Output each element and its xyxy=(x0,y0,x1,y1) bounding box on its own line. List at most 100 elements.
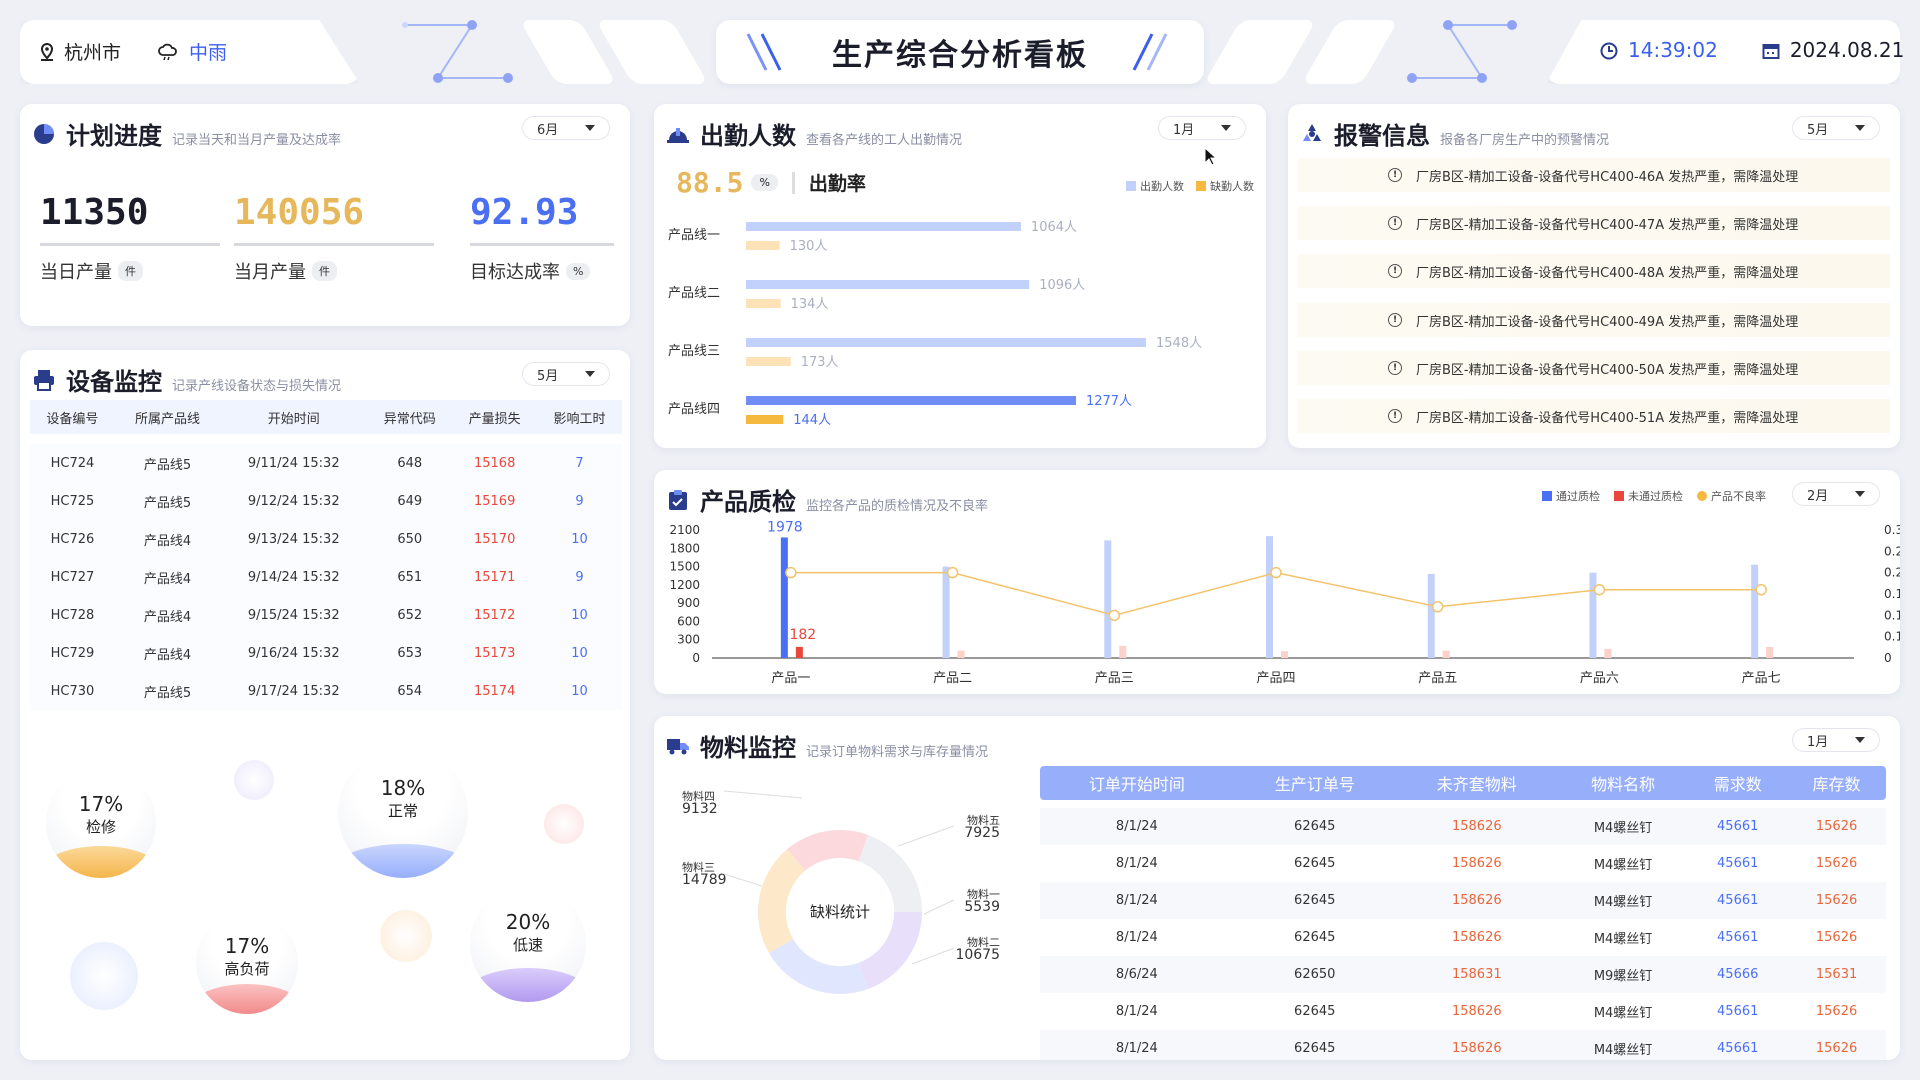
unit-badge: 件 xyxy=(312,261,337,281)
month-select[interactable]: 5月 xyxy=(522,362,610,386)
bar-pass xyxy=(1751,564,1759,658)
legend-label: 未通过质检 xyxy=(1628,490,1683,503)
donut-label-value: 9132 xyxy=(682,801,718,817)
table-cell: 8/1/24 xyxy=(1115,856,1158,871)
status-bubble-normal: 18% 正常 xyxy=(338,748,468,878)
table-cell: 45666 xyxy=(1717,967,1759,982)
line-point xyxy=(1755,583,1767,596)
table-cell: 62645 xyxy=(1294,819,1336,834)
table-cell: 15171 xyxy=(473,569,516,585)
city-name: 杭州市 xyxy=(64,42,122,64)
table-row[interactable]: HC730 产品线5 9/17/24 15:32 654 15174 10 xyxy=(30,672,622,710)
table-cell: 产品线5 xyxy=(143,495,192,511)
alarm-item[interactable]: ! 厂房B区-精加工设备-设备代号HC400-51A 发热严重，需降温处理 xyxy=(1298,399,1890,433)
chevron-down-icon xyxy=(585,125,595,131)
alert-icon: ! xyxy=(1388,264,1402,278)
printer-icon xyxy=(32,368,56,392)
bar-pass xyxy=(1266,536,1273,658)
bar-pass xyxy=(780,537,788,658)
table-cell: 15626 xyxy=(1815,930,1858,945)
legend-item-pass: 通过质检 xyxy=(1542,488,1600,504)
alarm-text: 厂房B区-精加工设备-设备代号HC400-47A 发热严重，需降温处理 xyxy=(1416,217,1799,233)
defect-rate-line xyxy=(790,571,1762,617)
legend-label: 通过质检 xyxy=(1556,490,1600,503)
bar-absent xyxy=(746,241,780,250)
table-cell: 45661 xyxy=(1717,930,1759,945)
bubble-percent: 20% xyxy=(505,910,551,934)
chevron-down-icon xyxy=(1855,737,1865,743)
table-cell: 158631 xyxy=(1451,967,1502,982)
chevron-down-icon xyxy=(1855,491,1865,497)
table-cell: 9/14/24 15:32 xyxy=(247,569,340,585)
bubble-label: 正常 xyxy=(387,802,418,820)
table-cell: HC726 xyxy=(50,531,95,547)
table-cell: 62645 xyxy=(1294,1004,1336,1019)
alarm-text: 厂房B区-精加工设备-设备代号HC400-46A 发热严重，需降温处理 xyxy=(1416,169,1799,185)
alarm-item[interactable]: ! 厂房B区-精加工设备-设备代号HC400-47A 发热严重，需降温处理 xyxy=(1298,206,1890,240)
table-row[interactable]: HC724 产品线5 9/11/24 15:32 648 15168 7 xyxy=(30,444,622,482)
card-subtitle: 记录订单物料需求与库存量情况 xyxy=(806,745,989,760)
month-select[interactable]: 1月 xyxy=(1158,116,1246,140)
bar-absent xyxy=(746,415,784,424)
card-title: 计划进度 xyxy=(66,122,162,150)
category-label: 产品线三 xyxy=(668,344,720,359)
alert-icon: ! xyxy=(1388,313,1402,327)
legend: 通过质检 未通过质检 产品不良率 xyxy=(1542,488,1766,504)
alarm-text: 厂房B区-精加工设备-设备代号HC400-50A 发热严重，需降温处理 xyxy=(1416,362,1799,378)
alarm-item[interactable]: ! 厂房B区-精加工设备-设备代号HC400-50A 发热严重，需降温处理 xyxy=(1298,351,1890,385)
category-label: 产品线二 xyxy=(668,286,720,301)
table-cell: 9/17/24 15:32 xyxy=(247,683,340,699)
alarm-text: 厂房B区-精加工设备-设备代号HC400-51A 发热严重，需降温处理 xyxy=(1416,410,1799,426)
alarm-item[interactable]: ! 厂房B区-精加工设备-设备代号HC400-46A 发热严重，需降温处理 xyxy=(1298,158,1890,192)
category-label: 产品线四 xyxy=(668,402,720,417)
month-select[interactable]: 1月 xyxy=(1792,728,1880,752)
donut-label-value: 10675 xyxy=(955,947,1000,963)
table-cell: 产品线4 xyxy=(143,533,192,549)
card-subtitle: 报备各厂房生产中的预警情况 xyxy=(1440,133,1610,148)
card-subtitle: 查看各产线的工人出勤情况 xyxy=(806,133,963,148)
table-cell: 8/6/24 xyxy=(1115,967,1158,982)
bubble-label: 高负荷 xyxy=(224,960,270,978)
card-title: 设备监控 xyxy=(66,368,162,396)
material-monitor-card: 物料监控 记录订单物料需求与库存量情况 1月 缺料统计 物料四 9132 物料三 147… xyxy=(654,716,1900,1060)
bubble-percent: 17% xyxy=(78,792,124,816)
table-row[interactable]: HC727 产品线4 9/14/24 15:32 651 15171 9 xyxy=(30,558,622,596)
alarm-item[interactable]: ! 厂房B区-精加工设备-设备代号HC400-48A 发热严重，需降温处理 xyxy=(1298,254,1890,288)
title-slash-right-icon xyxy=(1132,33,1168,71)
alarm-item[interactable]: ! 厂房B区-精加工设备-设备代号HC400-49A 发热严重，需降温处理 xyxy=(1298,303,1890,337)
y-tick-label: 2100 xyxy=(669,523,700,537)
column-header: 需求数 xyxy=(1688,766,1788,800)
x-tick-label: 产品五 xyxy=(1418,671,1457,686)
month-select[interactable]: 5月 xyxy=(1792,116,1880,140)
radiation-warning-icon xyxy=(1300,122,1324,146)
table-row[interactable]: 8/6/24 62650 158631 M9螺丝钉 45666 15631 xyxy=(1040,956,1886,993)
column-header: 库存数 xyxy=(1787,766,1886,800)
attendance-bar-chart: 产品线一 1064人 130人产品线二 1096人 134人产品线三 1548人 173人产… xyxy=(668,220,1202,428)
table-row[interactable]: HC726 产品线4 9/13/24 15:32 650 15170 10 xyxy=(30,520,622,558)
stat-target-rate: 92.93 目标达成率 % xyxy=(470,192,614,284)
table-header-row: 设备编号 所属产品线 开始时间 异常代码 产量损失 影响工时 xyxy=(30,400,622,434)
table-cell: 158626 xyxy=(1451,1004,1502,1019)
table-row[interactable]: 8/1/24 62645 158626 M4螺丝钉 45661 15626 xyxy=(1040,882,1886,919)
alarm-card: 报警信息 报备各厂房生产中的预警情况 5月 ! 厂房B区-精加工设备-设备代号HC… xyxy=(1288,104,1900,448)
chevron-down-icon xyxy=(1855,125,1865,131)
table-row[interactable]: HC725 产品线5 9/12/24 15:32 649 15169 9 xyxy=(30,482,622,520)
table-row[interactable]: 8/1/24 62645 158626 M4螺丝钉 45661 15626 xyxy=(1040,1030,1886,1060)
status-bubble-maintenance: 17% 检修 xyxy=(46,768,156,878)
month-select[interactable]: 6月 xyxy=(522,116,610,140)
header-decoration-right xyxy=(1407,20,1517,83)
leader-line xyxy=(723,790,803,799)
table-cell: 652 xyxy=(397,607,423,623)
month-select[interactable]: 2月 xyxy=(1792,482,1880,506)
donut-center-label: 缺料统计 xyxy=(810,903,870,921)
table-row[interactable]: HC729 产品线4 9/16/24 15:32 653 15173 10 xyxy=(30,634,622,672)
table-row[interactable]: 8/1/24 62645 158626 M4螺丝钉 45661 15626 xyxy=(1040,993,1886,1030)
donut-label-value: 7925 xyxy=(964,825,1000,841)
data-label: 130人 xyxy=(790,239,828,254)
table-cell: 15169 xyxy=(473,493,516,509)
table-row[interactable]: 8/1/24 62645 158626 M4螺丝钉 45661 15626 xyxy=(1040,919,1886,956)
table-row[interactable]: 8/1/24 62645 158626 M4螺丝钉 45661 15626 xyxy=(1040,808,1886,845)
table-row[interactable]: 8/1/24 62645 158626 M4螺丝钉 45661 15626 xyxy=(1040,845,1886,882)
bar-pass xyxy=(1427,573,1435,658)
table-row[interactable]: HC728 产品线4 9/15/24 15:32 652 15172 10 xyxy=(30,596,622,634)
